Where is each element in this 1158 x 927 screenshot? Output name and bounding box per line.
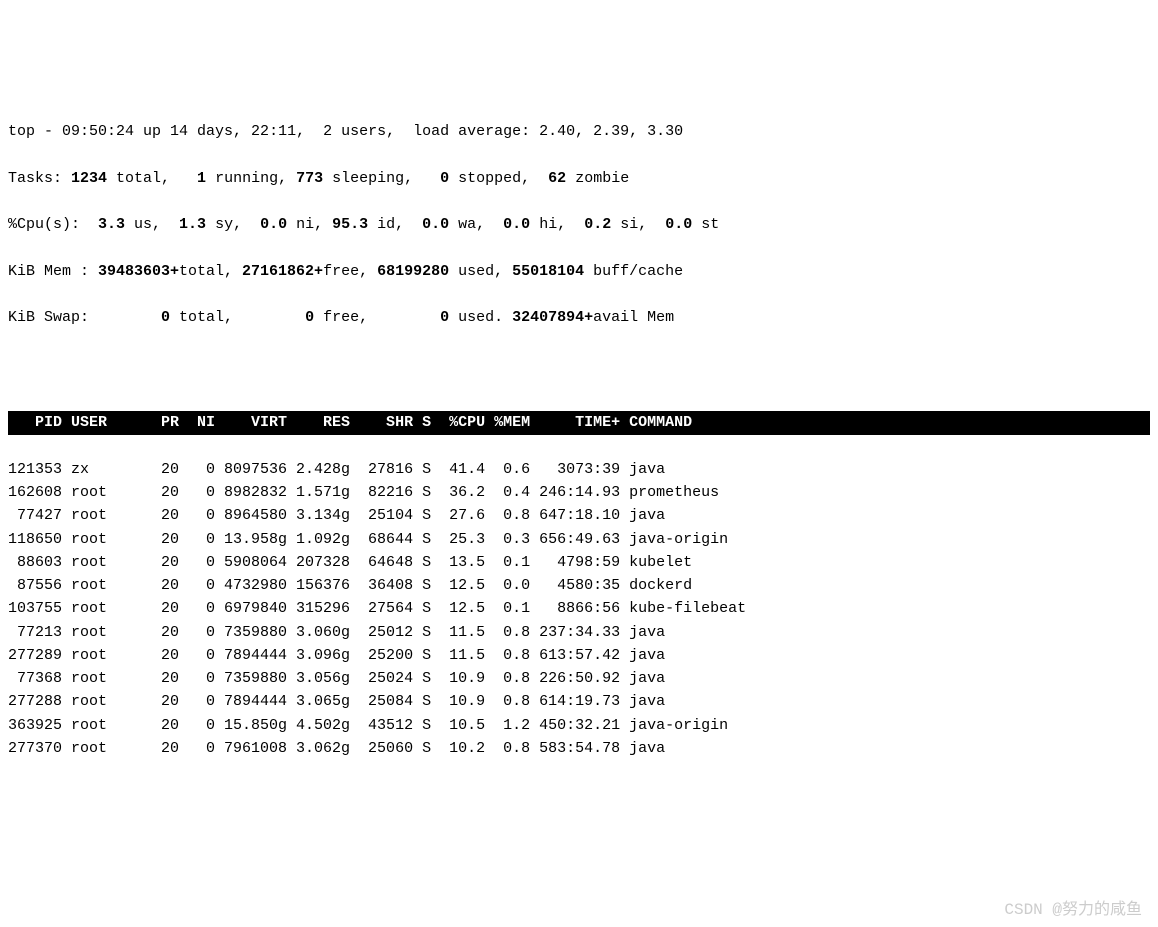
table-body: 121353 zx 20 0 8097536 2.428g 27816 S 41… (8, 458, 1150, 760)
table-row[interactable]: 277370 root 20 0 7961008 3.062g 25060 S … (8, 737, 1150, 760)
table-row[interactable]: 77368 root 20 0 7359880 3.056g 25024 S 1… (8, 667, 1150, 690)
table-header: PID USER PR NI VIRT RES SHR S %CPU %MEM … (8, 411, 1150, 434)
table-row[interactable]: 118650 root 20 0 13.958g 1.092g 68644 S … (8, 528, 1150, 551)
watermark: CSDN @努力的咸鱼 (1004, 898, 1142, 923)
summary-line-swap: KiB Swap: 0 total, 0 free, 0 used. 32407… (8, 306, 1150, 329)
process-table: PID USER PR NI VIRT RES SHR S %CPU %MEM … (8, 388, 1150, 783)
table-row[interactable]: 277289 root 20 0 7894444 3.096g 25200 S … (8, 644, 1150, 667)
summary-line-uptime: top - 09:50:24 up 14 days, 22:11, 2 user… (8, 120, 1150, 143)
table-row[interactable]: 87556 root 20 0 4732980 156376 36408 S 1… (8, 574, 1150, 597)
table-row[interactable]: 88603 root 20 0 5908064 207328 64648 S 1… (8, 551, 1150, 574)
table-row[interactable]: 277288 root 20 0 7894444 3.065g 25084 S … (8, 690, 1150, 713)
table-row[interactable]: 121353 zx 20 0 8097536 2.428g 27816 S 41… (8, 458, 1150, 481)
table-row[interactable]: 77213 root 20 0 7359880 3.060g 25012 S 1… (8, 621, 1150, 644)
table-row[interactable]: 77427 root 20 0 8964580 3.134g 25104 S 2… (8, 504, 1150, 527)
summary-line-cpu: %Cpu(s): 3.3 us, 1.3 sy, 0.0 ni, 95.3 id… (8, 213, 1150, 236)
table-row[interactable]: 103755 root 20 0 6979840 315296 27564 S … (8, 597, 1150, 620)
table-row[interactable]: 363925 root 20 0 15.850g 4.502g 43512 S … (8, 714, 1150, 737)
summary-line-mem: KiB Mem : 39483603+total, 27161862+free,… (8, 260, 1150, 283)
top-summary: top - 09:50:24 up 14 days, 22:11, 2 user… (8, 97, 1150, 353)
table-row[interactable]: 162608 root 20 0 8982832 1.571g 82216 S … (8, 481, 1150, 504)
summary-line-tasks: Tasks: 1234 total, 1 running, 773 sleepi… (8, 167, 1150, 190)
